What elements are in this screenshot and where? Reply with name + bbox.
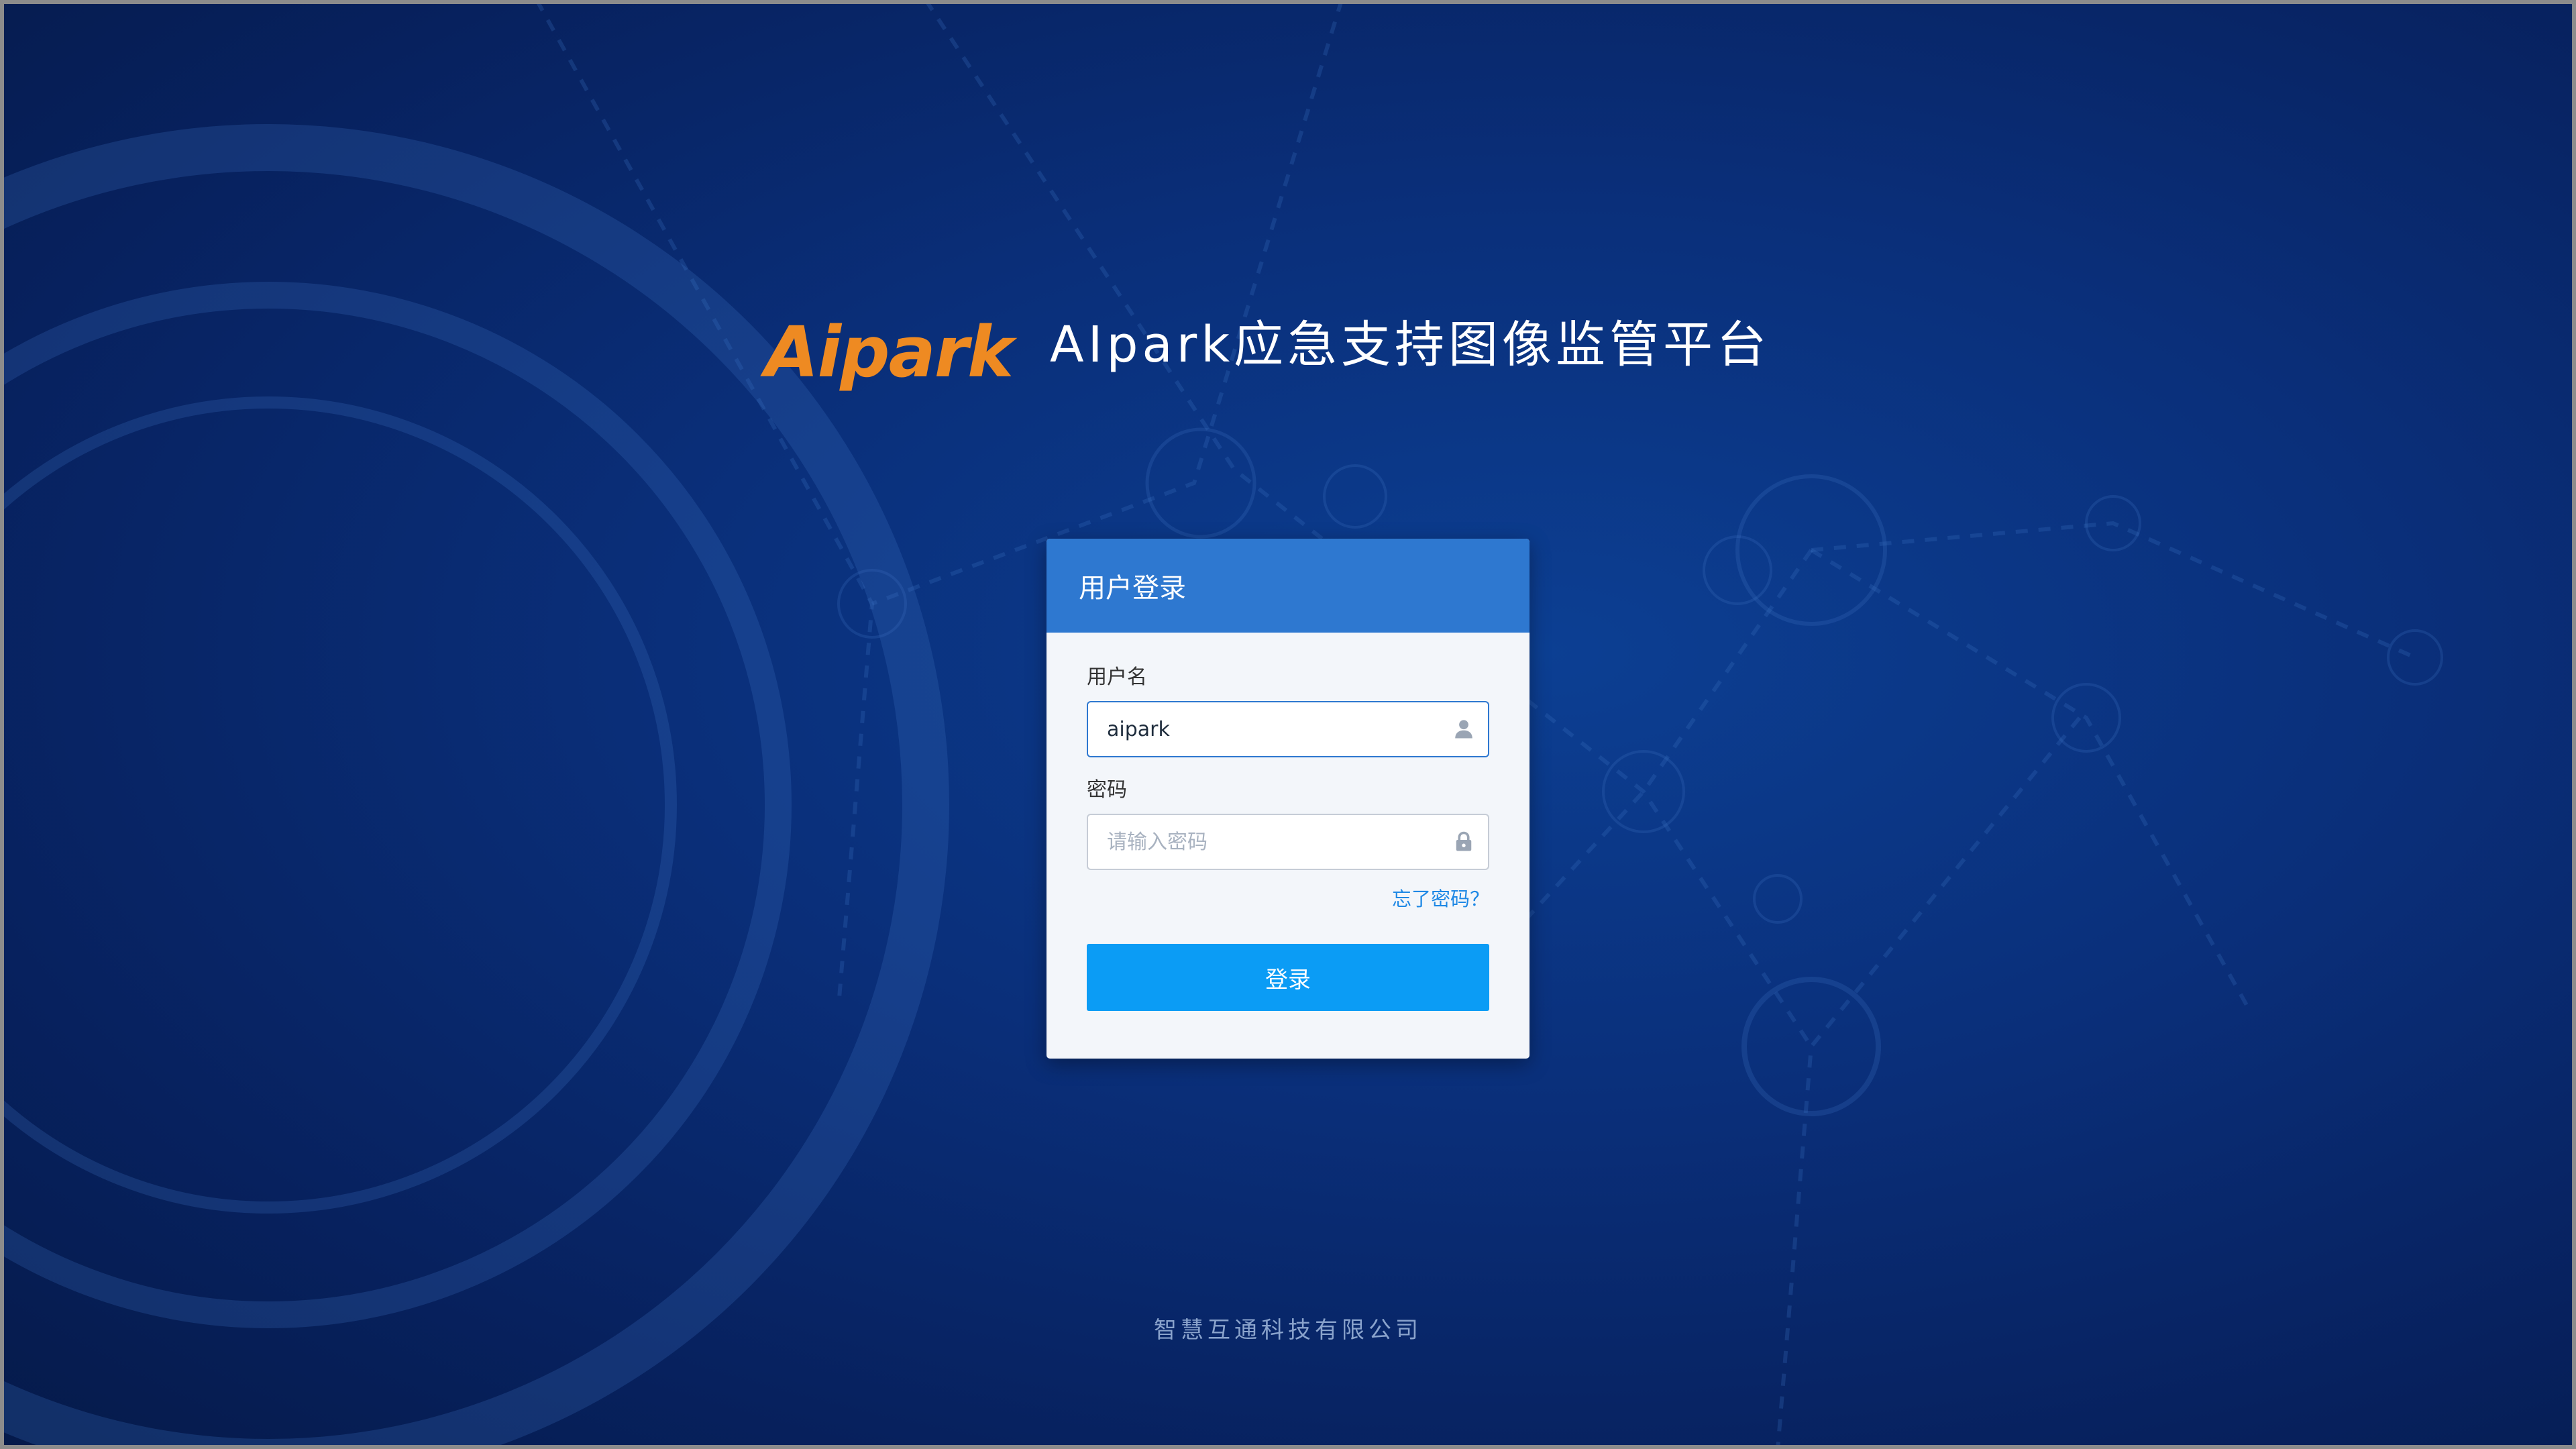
brand-logo: Aipark xyxy=(765,305,1014,399)
login-page: Aipark AIpark应急支持图像监管平台 用户登录 用户名 密码 xyxy=(0,0,2576,1449)
login-form: 用户名 密码 忘了密码？ 登录 xyxy=(1046,633,1529,1011)
username-input[interactable] xyxy=(1106,716,1430,742)
logo-wordmark: Aipark xyxy=(765,311,1014,393)
forgot-password-link[interactable]: 忘了密码？ xyxy=(1392,888,1489,910)
password-field xyxy=(1087,814,1489,870)
footer-company: 智慧互通科技有限公司 xyxy=(1154,1317,1422,1344)
user-icon xyxy=(1455,720,1472,739)
lock-icon xyxy=(1456,831,1472,851)
login-card-header: 用户登录 xyxy=(1046,539,1529,633)
forgot-password-row: 忘了密码？ xyxy=(1087,883,1489,910)
password-label: 密码 xyxy=(1087,778,1127,802)
username-label: 用户名 xyxy=(1087,665,1147,689)
login-card-title: 用户登录 xyxy=(1079,573,1186,604)
login-card: 用户登录 用户名 密码 忘了密码 xyxy=(1046,539,1529,1059)
page-title: AIpark应急支持图像监管平台 xyxy=(1050,316,1771,374)
login-button[interactable]: 登录 xyxy=(1087,944,1489,1011)
password-input[interactable] xyxy=(1106,829,1430,855)
username-field xyxy=(1087,701,1489,757)
